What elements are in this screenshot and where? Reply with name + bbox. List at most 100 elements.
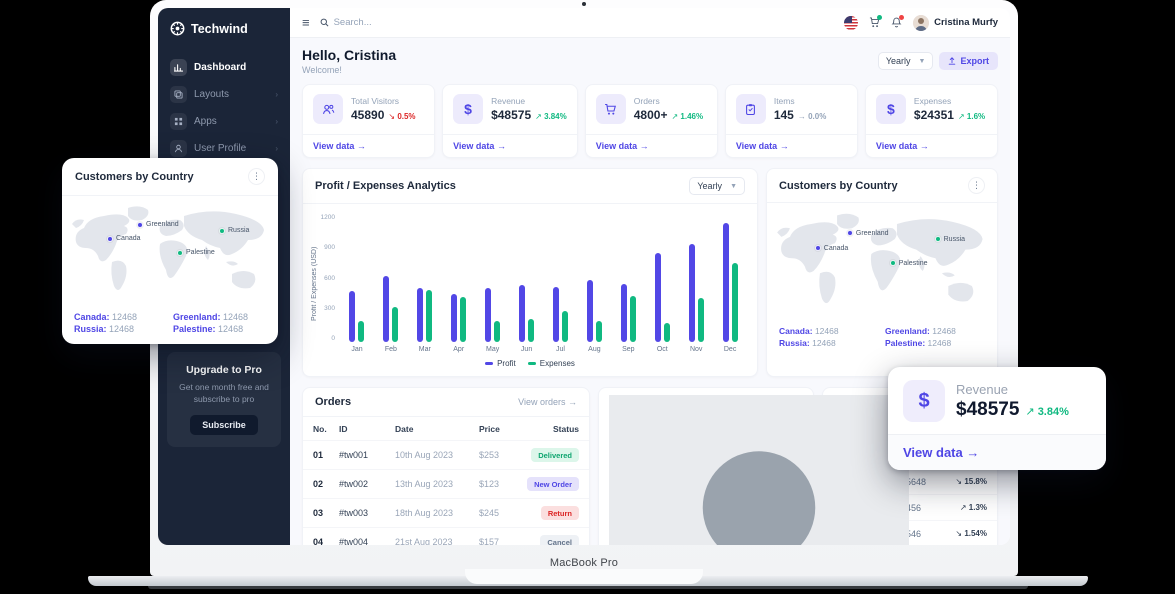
kebab-menu-icon[interactable]: ⋮ — [248, 168, 265, 185]
chart-plot-area: Jan Feb Mar Apr May Jun Jul Aug Sep Oct Nov Dec — [340, 214, 747, 353]
customers-by-country-card: Customers by Country ⋮ Canada Greenland … — [766, 168, 998, 377]
view-data-link[interactable]: View data → — [443, 134, 577, 157]
change-badge: ↗ 1.46% — [671, 112, 704, 121]
change-badge: → 0.0% — [797, 112, 827, 121]
brand-name: Techwind — [191, 21, 248, 36]
x-tick: Jan — [351, 346, 363, 353]
webcam-dot — [582, 2, 586, 6]
x-tick: Nov — [689, 346, 703, 353]
map-marker-russia[interactable]: Russia — [934, 236, 965, 243]
bar-profit-sep — [620, 283, 627, 342]
bar-profit-jan — [349, 290, 356, 342]
notifications-button[interactable] — [891, 15, 905, 28]
chevron-right-icon: › — [275, 117, 278, 126]
chevron-down-icon: ▼ — [918, 57, 926, 65]
status-badge: New Order — [527, 477, 579, 491]
view-data-link[interactable]: View data → — [585, 134, 717, 157]
change-badge: ↗ 1.6% — [957, 112, 986, 121]
y-tick: 0 — [331, 335, 335, 342]
bar-expenses-feb — [392, 306, 399, 342]
map-legend-canada: Canada: 12468 — [779, 326, 839, 336]
map-marker-canada[interactable]: Canada — [814, 245, 848, 252]
analytics-period-select[interactable]: Yearly ▼ — [689, 177, 745, 195]
sidebar-item-apps[interactable]: Apps › — [158, 108, 290, 135]
layers-icon — [170, 86, 187, 103]
macbook-hinge-notch — [465, 569, 703, 584]
user-avatar — [913, 14, 930, 31]
map-marker-canada[interactable]: Canada — [107, 235, 141, 242]
x-tick: Jun — [520, 346, 533, 353]
greeting-row: Hello, Cristina Welcome! Yearly ▼ Export — [302, 47, 998, 75]
y-axis-label: Profit / Expenses (USD) — [311, 246, 318, 321]
language-flag-icon[interactable] — [844, 15, 859, 30]
map-marker-russia[interactable]: Russia — [219, 227, 249, 234]
x-tick: May — [486, 346, 500, 353]
y-tick: 300 — [324, 304, 335, 312]
search-input[interactable] — [333, 17, 454, 28]
upgrade-description: Get one month free and subscribe to pro — [179, 382, 269, 404]
chevron-right-icon: › — [275, 90, 278, 99]
screen: Techwind Dashboard Layouts › Apps › User… — [158, 8, 1010, 545]
view-data-link[interactable]: View data → — [888, 434, 1106, 470]
bar-profit-aug — [586, 280, 593, 342]
sidebar-item-layouts[interactable]: Layouts › — [158, 81, 290, 108]
topbar-actions: Cristina Murfy — [844, 14, 998, 31]
analytics-title: Profit / Expenses Analytics — [315, 180, 456, 192]
view-data-link[interactable]: View data → — [303, 134, 435, 157]
bar-expenses-jun — [528, 318, 535, 342]
x-tick: Sep — [622, 346, 635, 353]
bar-expenses-oct — [663, 322, 670, 342]
map-legend: Canada: 12468 Greenland: 12468 Russia: 1… — [767, 322, 997, 358]
device-label: MacBook Pro — [549, 557, 619, 569]
map-legend-greenland: Greenland: 12468 — [885, 326, 956, 336]
map-marker-greenland[interactable]: Greenland — [846, 230, 889, 237]
x-tick: Apr — [453, 346, 465, 353]
cart-notification-dot — [877, 15, 883, 20]
status-badge: Cancel — [540, 535, 579, 545]
order-row[interactable]: 02 #tw002 13th Aug 2023 $123 New Order — [303, 469, 589, 498]
order-row[interactable]: 01 #tw001 10th Aug 2023 $253 Delivered — [303, 440, 589, 469]
bar-group-jun: Jun — [510, 214, 544, 353]
bar-group-jul: Jul — [544, 214, 578, 353]
view-data-link[interactable]: View data → — [865, 134, 997, 157]
stats-row: Total Visitors 45890 ↘ 0.5% View data → — [302, 84, 998, 158]
sidebar-item-dashboard[interactable]: Dashboard — [158, 54, 290, 81]
y-tick: 1200 — [320, 214, 335, 221]
bar-expenses-aug — [595, 320, 602, 342]
orders-table-header: No. ID Date Price Status — [313, 424, 579, 434]
y-tick: 900 — [324, 244, 335, 252]
export-button[interactable]: Export — [939, 52, 998, 70]
cart-button[interactable] — [869, 15, 883, 28]
stage: Techwind Dashboard Layouts › Apps › User… — [0, 0, 1175, 594]
view-data-link[interactable]: View data → — [725, 134, 857, 157]
hamburger-menu-icon[interactable]: ≡ — [302, 16, 310, 29]
map-marker-greenland[interactable]: Greenland — [137, 221, 179, 228]
dollar-icon: $ — [453, 94, 484, 124]
view-orders-link[interactable]: View orders → — [518, 397, 577, 407]
topbar: ≡ Search... Cristina Murfy — [290, 8, 1010, 38]
order-row[interactable]: 03 #tw003 18th Aug 2023 $245 Return — [303, 498, 589, 527]
order-row[interactable]: 04 #tw004 21st Aug 2023 $157 Cancel — [303, 527, 589, 545]
bar-profit-jun — [519, 285, 526, 342]
x-tick: Jul — [556, 346, 565, 353]
kebab-menu-icon[interactable]: ⋮ — [968, 177, 985, 194]
bar-profit-nov — [688, 244, 695, 342]
legend-expenses: Expenses — [527, 359, 575, 368]
subscribe-button[interactable]: Subscribe — [190, 414, 258, 435]
user-menu[interactable]: Cristina Murfy — [913, 14, 998, 31]
map-marker-palestine[interactable]: Palestine — [177, 249, 215, 256]
floating-revenue-card: $ Revenue $48575 ↗ 3.84% View data → — [888, 367, 1106, 470]
bar-expenses-nov — [697, 297, 704, 342]
page-title: Hello, Cristina — [302, 47, 397, 63]
bar-group-mar: Mar — [408, 214, 442, 353]
period-select[interactable]: Yearly ▼ — [877, 52, 934, 70]
cart-icon — [595, 94, 626, 124]
bar-profit-may — [485, 287, 492, 342]
brand[interactable]: Techwind — [158, 8, 290, 46]
chevron-right-icon: › — [275, 144, 278, 153]
bar-group-feb: Feb — [374, 214, 408, 353]
stat-card-items: Items 145 → 0.0% View data → — [724, 84, 858, 158]
bar-group-apr: Apr — [442, 214, 476, 353]
map-marker-palestine[interactable]: Palestine — [889, 260, 927, 267]
bar-group-may: May — [476, 214, 510, 353]
